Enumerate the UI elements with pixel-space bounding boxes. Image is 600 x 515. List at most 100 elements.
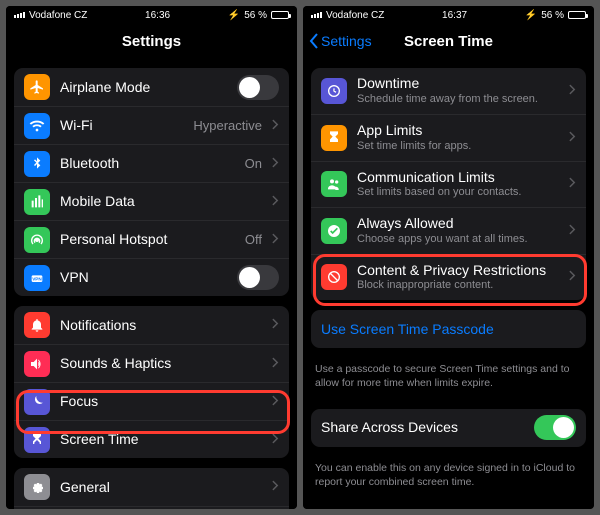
chevron-right-icon (272, 431, 279, 449)
chevron-right-icon (569, 222, 576, 240)
chevron-right-icon (569, 268, 576, 286)
status-bar: Vodafone CZ 16:36 ⚡ 56 % (6, 6, 297, 24)
share-devices-row[interactable]: Share Across Devices (311, 409, 586, 447)
status-time: 16:37 (442, 10, 467, 21)
speaker-icon (24, 351, 50, 377)
chevron-right-icon (272, 478, 279, 496)
settings-group-alerts: Notifications Sounds & Haptics Focus Screen… (14, 306, 289, 458)
row-title: Focus (60, 393, 262, 410)
row-title: Wi-Fi (60, 117, 183, 134)
row-subtitle: Schedule time away from the screen. (357, 93, 559, 107)
carrier-label: Vodafone CZ (326, 10, 384, 21)
row-wi-fi[interactable]: Wi-Fi Hyperactive (14, 106, 289, 144)
wifi-icon (24, 113, 50, 139)
row-always-allowed[interactable]: Always AllowedChoose apps you want at al… (311, 207, 586, 254)
row-subtitle: Block inappropriate content. (357, 279, 559, 293)
row-vpn[interactable]: VPN VPN (14, 258, 289, 296)
settings-group-general: General Control Centre (14, 468, 289, 509)
row-control-centre[interactable]: Control Centre (14, 506, 289, 509)
status-bar: Vodafone CZ 16:37 ⚡ 56 % (303, 6, 594, 24)
row-focus[interactable]: Focus (14, 382, 289, 420)
gear-icon (24, 474, 50, 500)
row-value: On (245, 156, 262, 171)
allowed-icon (321, 218, 347, 244)
hotspot-icon (24, 227, 50, 253)
row-subtitle: Set limits based on your contacts. (357, 186, 559, 200)
row-title: Airplane Mode (60, 79, 227, 96)
row-subtitle: Set time limits for apps. (357, 140, 559, 154)
row-subtitle: Choose apps you want at all times. (357, 233, 559, 247)
phone-settings: Vodafone CZ 16:36 ⚡ 56 % Settings Airpla… (6, 6, 297, 509)
settings-content[interactable]: Airplane Mode Wi-Fi Hyperactive Bluetooth On… (6, 58, 297, 509)
row-title: Downtime (357, 75, 559, 92)
bell-icon (24, 312, 50, 338)
battery-pct: 56 % (244, 10, 267, 21)
charging-icon: ⚡ (228, 10, 240, 21)
downtime-icon (321, 78, 347, 104)
phone-screen-time: Vodafone CZ 16:37 ⚡ 56 % Settings Screen… (303, 6, 594, 509)
use-passcode-label: Use Screen Time Passcode (321, 321, 494, 338)
chevron-right-icon (272, 355, 279, 373)
share-devices-toggle[interactable] (534, 415, 576, 440)
vpn-icon: VPN (24, 265, 50, 291)
commlimits-icon (321, 171, 347, 197)
row-title: Content & Privacy Restrictions (357, 262, 559, 279)
screen-time-group-main: DowntimeSchedule time away from the scre… (311, 68, 586, 300)
bluetooth-icon (24, 151, 50, 177)
row-value: Off (245, 232, 262, 247)
hourglass-icon (24, 427, 50, 453)
nav-bar: Settings Screen Time (303, 24, 594, 58)
row-screen-time[interactable]: Screen Time (14, 420, 289, 458)
use-passcode-link[interactable]: Use Screen Time Passcode (311, 310, 586, 348)
row-app-limits[interactable]: App LimitsSet time limits for apps. (311, 114, 586, 161)
passcode-footnote: Use a passcode to secure Screen Time set… (303, 358, 594, 398)
chevron-right-icon (569, 129, 576, 147)
screen-time-content[interactable]: DowntimeSchedule time away from the scre… (303, 58, 594, 509)
row-title: Sounds & Haptics (60, 355, 262, 372)
chevron-right-icon (272, 193, 279, 211)
chevron-right-icon (272, 117, 279, 135)
chevron-right-icon (272, 393, 279, 411)
row-communication-limits[interactable]: Communication LimitsSet limits based on … (311, 161, 586, 208)
row-mobile-data[interactable]: Mobile Data (14, 182, 289, 220)
row-airplane-mode[interactable]: Airplane Mode (14, 68, 289, 106)
airplane-icon (24, 74, 50, 100)
back-label: Settings (321, 33, 372, 49)
row-title: Screen Time (60, 431, 262, 448)
screen-time-group-passcode: Use Screen Time Passcode (311, 310, 586, 348)
row-title: Mobile Data (60, 193, 262, 210)
row-value: Hyperactive (193, 118, 262, 133)
row-content-privacy-restrictions[interactable]: Content & Privacy RestrictionsBlock inap… (311, 254, 586, 301)
row-sounds-haptics[interactable]: Sounds & Haptics (14, 344, 289, 382)
share-devices-label: Share Across Devices (321, 419, 524, 436)
page-title: Screen Time (404, 33, 493, 50)
row-title: Notifications (60, 317, 262, 334)
chevron-right-icon (569, 82, 576, 100)
carrier-label: Vodafone CZ (29, 10, 87, 21)
row-notifications[interactable]: Notifications (14, 306, 289, 344)
row-personal-hotspot[interactable]: Personal HotspotOff (14, 220, 289, 258)
chevron-right-icon (272, 155, 279, 173)
row-title: Always Allowed (357, 215, 559, 232)
row-general[interactable]: General (14, 468, 289, 506)
nav-bar: Settings (6, 24, 297, 58)
row-downtime[interactable]: DowntimeSchedule time away from the scre… (311, 68, 586, 114)
restrict-icon (321, 264, 347, 290)
row-title: Communication Limits (357, 169, 559, 186)
share-footnote: You can enable this on any device signed… (303, 457, 594, 497)
settings-group-network: Airplane Mode Wi-Fi Hyperactive Bluetooth On… (14, 68, 289, 296)
row-title: VPN (60, 269, 227, 286)
row-title: App Limits (357, 122, 559, 139)
screen-time-group-share: Share Across Devices (311, 409, 586, 447)
status-time: 16:36 (145, 10, 170, 21)
row-title: Bluetooth (60, 155, 235, 172)
signal-icon (311, 12, 322, 18)
page-title: Settings (122, 33, 181, 50)
moon-icon (24, 389, 50, 415)
row-title: General (60, 479, 262, 496)
toggle[interactable] (237, 75, 279, 100)
toggle[interactable] (237, 265, 279, 290)
signal-icon (14, 12, 25, 18)
row-bluetooth[interactable]: Bluetooth On (14, 144, 289, 182)
back-button[interactable]: Settings (309, 33, 372, 49)
